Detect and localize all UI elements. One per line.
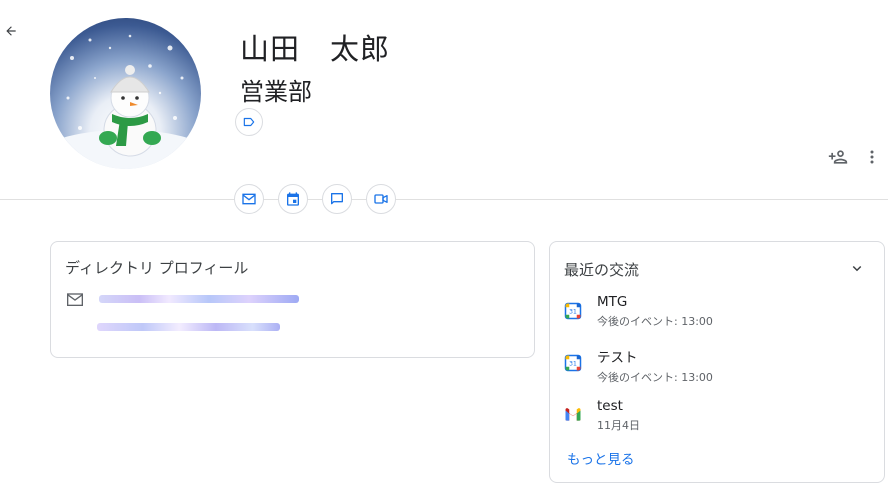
profile-name: 山田 太郎 xyxy=(240,32,391,66)
chevron-down-icon[interactable] xyxy=(848,259,866,277)
more-options-button[interactable] xyxy=(861,146,883,168)
person-add-icon xyxy=(828,150,848,164)
more-vert-icon xyxy=(870,150,874,164)
arrow-back-icon xyxy=(6,26,16,36)
redacted-email xyxy=(97,323,280,331)
google-calendar-icon: 31 xyxy=(564,354,582,372)
interaction-title: test xyxy=(597,398,623,414)
interaction-title: MTG xyxy=(597,294,628,310)
interaction-subtitle: 今後のイベント: 13:00 xyxy=(597,315,713,328)
mail-icon xyxy=(67,293,83,306)
google-calendar-icon: 31 xyxy=(564,302,582,320)
redacted-email xyxy=(99,295,299,303)
show-more-link[interactable]: もっと見る xyxy=(567,448,635,468)
calendar-button[interactable] xyxy=(278,184,308,214)
back-button[interactable] xyxy=(2,22,20,40)
avatar xyxy=(50,18,201,169)
svg-text:31: 31 xyxy=(569,309,577,316)
recent-interactions-card: 最近の交流 31 MTG 今後のイベント: 13:00 31 テスト 今後のイベ… xyxy=(549,241,885,483)
interaction-subtitle: 今後のイベント: 13:00 xyxy=(597,371,713,384)
interaction-item[interactable]: 31 テスト 今後のイベント: 13:00 xyxy=(564,346,713,385)
directory-profile-card: ディレクトリ プロフィール xyxy=(50,241,535,358)
interaction-title: テスト xyxy=(597,350,638,366)
email-button[interactable] xyxy=(234,184,264,214)
interaction-subtitle: 11月4日 xyxy=(597,419,640,432)
label-icon xyxy=(243,117,255,127)
video-call-button[interactable] xyxy=(366,184,396,214)
chat-icon xyxy=(331,193,343,205)
action-bar xyxy=(234,184,396,214)
svg-text:31: 31 xyxy=(569,361,577,368)
snowman-image xyxy=(50,34,201,169)
directory-profile-title: ディレクトリ プロフィール xyxy=(65,259,249,277)
gmail-icon xyxy=(565,408,581,421)
recent-interactions-title: 最近の交流 xyxy=(564,261,640,279)
label-button[interactable] xyxy=(235,108,263,136)
video-icon xyxy=(374,194,388,204)
calendar-icon xyxy=(287,192,299,206)
add-person-button[interactable] xyxy=(827,146,849,168)
chat-button[interactable] xyxy=(322,184,352,214)
mail-icon xyxy=(242,193,256,205)
header-divider xyxy=(0,199,888,200)
interaction-item[interactable]: 31 MTG 今後のイベント: 13:00 xyxy=(564,294,713,329)
profile-department: 営業部 xyxy=(240,78,312,106)
interaction-item[interactable]: test 11月4日 xyxy=(564,398,640,433)
